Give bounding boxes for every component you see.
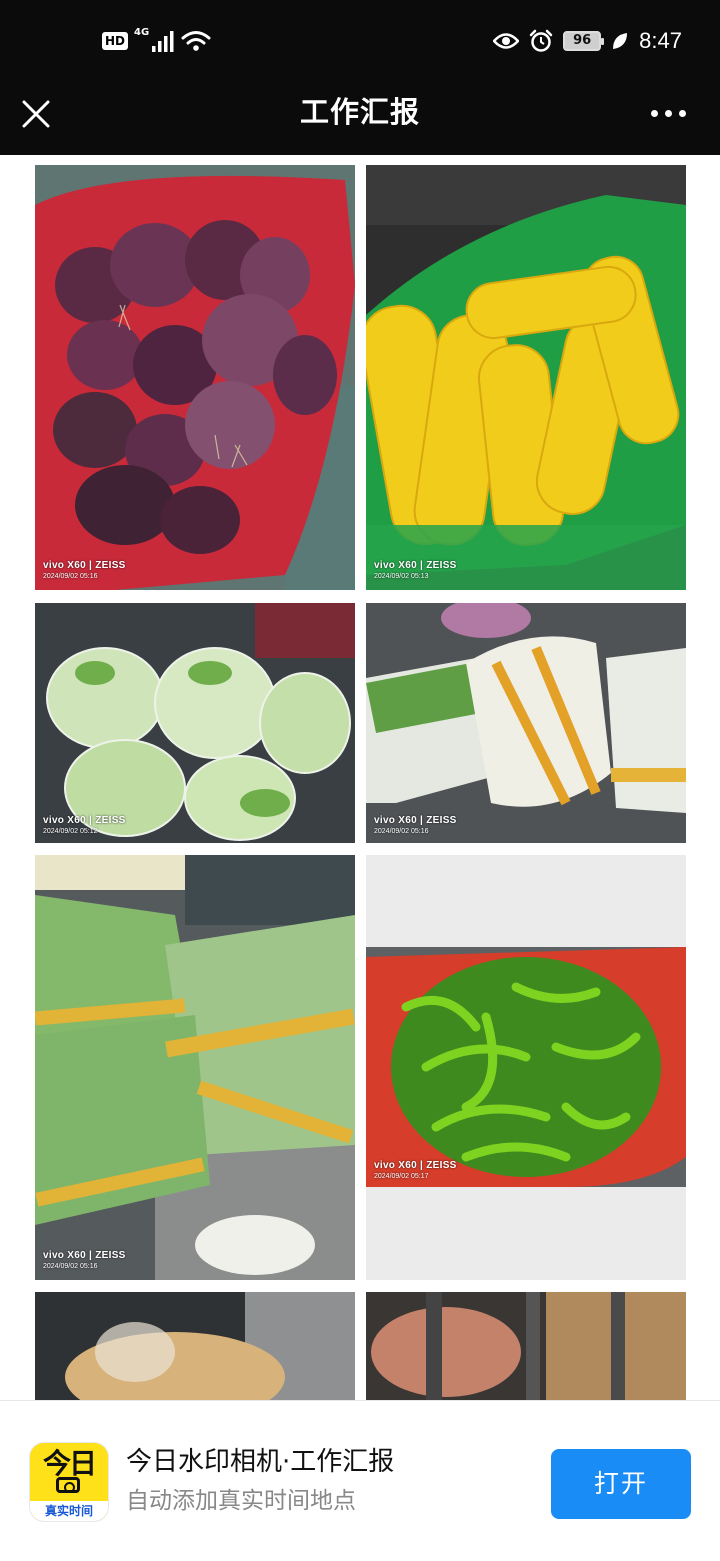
- ginger-image: [35, 1292, 355, 1400]
- packed-vegetables-image: [35, 855, 355, 1280]
- photo-onions[interactable]: vivo X60 | ZEISS 2024/09/02 05:16: [35, 165, 355, 590]
- app-subtitle: 自动添加真实时间地点: [126, 1488, 356, 1514]
- sweet-potatoes-image: [366, 1292, 686, 1400]
- nav-header: 工作汇报: [0, 80, 720, 155]
- wifi-icon: [181, 31, 211, 51]
- onions-image: [35, 165, 355, 590]
- clock: 8:47: [639, 28, 682, 53]
- app-icon[interactable]: 今日 真实时间: [30, 1443, 108, 1521]
- open-app-button[interactable]: 打开: [551, 1449, 691, 1519]
- photo-corn[interactable]: vivo X60 | ZEISS 2024/09/02 05:13: [366, 165, 686, 590]
- photo-watermark-time: 2024/09/02 05:17: [374, 1173, 429, 1180]
- app-icon-text: 今日: [42, 1447, 97, 1480]
- status-bar: HD 4G 96 8:47: [0, 0, 720, 80]
- network-type: 4G: [134, 27, 150, 38]
- photo-feed[interactable]: vivo X60 | ZEISS 2024/09/02 05:16 vivo X…: [0, 155, 720, 1400]
- alarm-icon: [529, 29, 553, 52]
- photo-watermark-time: 2024/09/02 05:16: [43, 573, 98, 580]
- cabbage-image: [35, 603, 355, 843]
- green-peppers-image: [366, 947, 686, 1187]
- photo-green-peppers[interactable]: vivo X60 | ZEISS 2024/09/02 05:17: [366, 855, 686, 1280]
- app-title: 今日水印相机·工作汇报: [126, 1447, 395, 1477]
- photo-sweet-potatoes[interactable]: [366, 1292, 686, 1400]
- camera-icon: [56, 1477, 80, 1493]
- bagged-greens-image: [366, 603, 686, 843]
- page-title: 工作汇报: [299, 95, 420, 129]
- photo-watermark-time: 2024/09/02 05:16: [374, 828, 429, 835]
- more-icon[interactable]: [651, 110, 686, 117]
- photo-watermark-time: 2024/09/02 05:16: [43, 1263, 98, 1270]
- app-promo-banner: 今日 真实时间 今日水印相机·工作汇报 自动添加真实时间地点 打开: [0, 1400, 720, 1561]
- leaf-icon: [613, 33, 628, 49]
- photo-watermark-time: 2024/09/02 05:12: [43, 828, 98, 835]
- photo-watermark-camera: vivo X60 | ZEISS: [43, 1250, 126, 1261]
- photo-watermark-camera: vivo X60 | ZEISS: [374, 560, 457, 571]
- photo-watermark-camera: vivo X60 | ZEISS: [43, 560, 126, 571]
- photo-watermark-camera: vivo X60 | ZEISS: [374, 815, 457, 826]
- photo-watermark-time: 2024/09/02 05:13: [374, 573, 429, 580]
- photo-ginger[interactable]: [35, 1292, 355, 1400]
- app-icon-strip: 真实时间: [30, 1501, 108, 1521]
- photo-cabbage[interactable]: vivo X60 | ZEISS 2024/09/02 05:12: [35, 603, 355, 843]
- photo-watermark-camera: vivo X60 | ZEISS: [43, 815, 126, 826]
- signal-icon: [152, 31, 174, 52]
- battery-indicator: 96: [563, 31, 605, 51]
- photo-bagged-greens[interactable]: vivo X60 | ZEISS 2024/09/02 05:16: [366, 603, 686, 843]
- eye-icon: [493, 33, 520, 49]
- hd-badge: HD: [102, 32, 129, 50]
- photo-watermark-camera: vivo X60 | ZEISS: [374, 1160, 457, 1171]
- corn-image: [366, 165, 686, 590]
- photo-packed-vegetables[interactable]: vivo X60 | ZEISS 2024/09/02 05:16: [35, 855, 355, 1280]
